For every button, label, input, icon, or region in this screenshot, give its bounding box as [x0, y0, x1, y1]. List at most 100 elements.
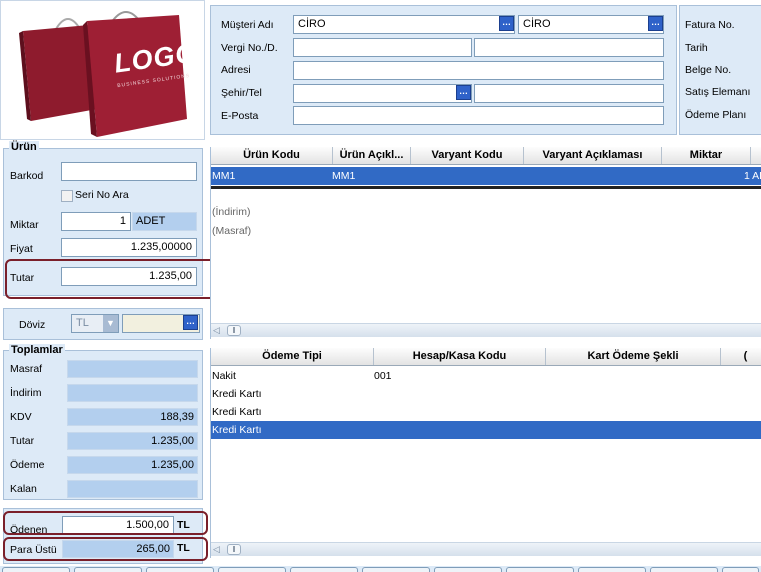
- discount-label: İndirim: [10, 387, 42, 399]
- items-row-selected[interactable]: MM1 MM1 1 AD: [211, 167, 761, 185]
- arrow-left-icon[interactable]: ◁: [213, 544, 223, 555]
- arrow-left-icon[interactable]: ◁: [213, 325, 223, 336]
- expense-label: Masraf: [10, 363, 43, 375]
- currency-panel: Döviz TL ▼ …: [3, 308, 203, 340]
- chevron-down-icon[interactable]: ▼: [103, 315, 118, 332]
- product-group-title: Ürün: [9, 141, 39, 153]
- invoice-no-label: Fatura No.: [685, 19, 735, 31]
- customer-title-field[interactable]: CİRO: [518, 15, 664, 34]
- payments-scrollbar[interactable]: ◁ ‖: [211, 542, 761, 556]
- email-field[interactable]: [293, 106, 664, 125]
- col-product-code[interactable]: Ürün Kodu: [211, 147, 333, 164]
- items-grid[interactable]: Ürün Kodu Ürün Açıkl... Varyant Kodu Var…: [210, 147, 761, 339]
- col-payment-type[interactable]: Ödeme Tipi: [211, 348, 374, 365]
- customer-name-label: Müşteri Adı: [221, 19, 274, 31]
- payment-value: 1.235,00: [67, 456, 198, 474]
- currency-label: Döviz: [19, 319, 46, 331]
- phone-field[interactable]: [474, 84, 664, 103]
- payments-grid-header: Ödeme Tipi Hesap/Kasa Kodu Kart Ödeme Şe…: [211, 348, 761, 366]
- bottom-tab[interactable]: [506, 567, 574, 572]
- total-amount-label: Tutar: [10, 435, 35, 447]
- payments-grid[interactable]: Ödeme Tipi Hesap/Kasa Kodu Kart Ödeme Şe…: [210, 348, 761, 558]
- change-highlight-frame: [3, 537, 208, 561]
- payment-row[interactable]: Kredi Kartı: [211, 385, 761, 403]
- address-field[interactable]: [293, 61, 664, 80]
- payment-type: Nakit: [212, 370, 236, 382]
- remaining-value: [67, 480, 198, 498]
- col-card-payment[interactable]: Kart Ödeme Şekli: [546, 348, 721, 365]
- items-scroll-thumb[interactable]: ‖: [227, 325, 241, 336]
- bottom-tab[interactable]: [722, 567, 759, 572]
- items-grid-header: Ürün Kodu Ürün Açıkl... Varyant Kodu Var…: [211, 147, 761, 165]
- row-quantity: 1 AD: [744, 170, 761, 182]
- vat-value: 188,39: [67, 408, 198, 426]
- salesman-label: Satış Elemanı: [685, 86, 751, 98]
- expense-value: [67, 360, 198, 378]
- logo-area: LOGO BUSINESS SOLUTIONS: [0, 0, 205, 140]
- col-quantity[interactable]: Miktar: [662, 147, 751, 164]
- bottom-tab-strip: [0, 566, 761, 572]
- currency-lookup-button[interactable]: …: [183, 315, 198, 330]
- qty-field[interactable]: 1: [61, 212, 131, 231]
- total-amount-value: 1.235,00: [67, 432, 198, 450]
- bottom-tab[interactable]: [146, 567, 214, 572]
- customer-name-field[interactable]: CİRO: [293, 15, 515, 34]
- currency-value: TL: [76, 317, 89, 329]
- payment-row-selected[interactable]: Kredi Kartı: [211, 421, 761, 439]
- items-expense-text: (Masraf): [212, 225, 252, 237]
- payment-plan-label: Ödeme Planı: [685, 109, 747, 121]
- customer-lookup-button-1[interactable]: …: [499, 16, 514, 31]
- totals-group-title: Toplamlar: [9, 344, 65, 356]
- bottom-tab[interactable]: [74, 567, 142, 572]
- amount-highlight-frame: [5, 259, 216, 299]
- email-label: E-Posta: [221, 110, 259, 122]
- bottom-tab[interactable]: [434, 567, 502, 572]
- tax-office-field[interactable]: [474, 38, 664, 57]
- tax-no-field[interactable]: [293, 38, 472, 57]
- row-product-code: MM1: [212, 170, 236, 182]
- bottom-tab[interactable]: [362, 567, 430, 572]
- payment-account: 001: [374, 370, 392, 382]
- row-product-desc: MM1: [332, 170, 356, 182]
- doc-no-label: Belge No.: [685, 64, 732, 76]
- invoice-panel: Fatura No. Tarih Belge No. Satış Elemanı…: [679, 5, 761, 135]
- bottom-tab[interactable]: [290, 567, 358, 572]
- city-lookup-button[interactable]: …: [456, 85, 471, 100]
- discount-value: [67, 384, 198, 402]
- unit-field: ADET: [132, 212, 197, 231]
- items-discount-text: (İndirim): [212, 206, 251, 218]
- items-scrollbar[interactable]: ◁ ‖: [211, 323, 761, 337]
- city-field[interactable]: [293, 84, 472, 103]
- payment-type: Kredi Kartı: [212, 424, 262, 436]
- bottom-tab[interactable]: [578, 567, 646, 572]
- payments-scroll-thumb[interactable]: ‖: [227, 544, 241, 555]
- col-product-desc[interactable]: Ürün Açıkl...: [333, 147, 411, 164]
- col-account-code[interactable]: Hesap/Kasa Kodu: [374, 348, 546, 365]
- bottom-tab[interactable]: [218, 567, 286, 572]
- col-extra[interactable]: (: [721, 348, 761, 365]
- address-label: Adresi: [221, 64, 251, 76]
- payment-type: Kredi Kartı: [212, 388, 262, 400]
- payment-type: Kredi Kartı: [212, 406, 262, 418]
- bottom-tab[interactable]: [2, 567, 70, 572]
- price-label: Fiyat: [10, 243, 33, 255]
- barcode-field[interactable]: [61, 162, 197, 181]
- invoice-date-label: Tarih: [685, 42, 708, 54]
- customer-lookup-button-2[interactable]: …: [648, 16, 663, 31]
- tax-label: Vergi No./D.: [221, 42, 278, 54]
- payment-row[interactable]: Kredi Kartı: [211, 403, 761, 421]
- barcode-label: Barkod: [10, 170, 44, 182]
- totals-panel: Toplamlar Masraf İndirim KDV 188,39 Tuta…: [3, 344, 203, 500]
- city-label: Şehir/Tel: [221, 87, 262, 99]
- items-row-divider: [211, 186, 761, 189]
- payment-row[interactable]: Nakit 001: [211, 367, 761, 385]
- col-variant-code[interactable]: Varyant Kodu: [411, 147, 524, 164]
- serial-label: Seri No Ara: [75, 189, 129, 201]
- bottom-tab[interactable]: [650, 567, 718, 572]
- remaining-label: Kalan: [10, 483, 37, 495]
- payment-label: Ödeme: [10, 459, 45, 471]
- customer-panel: Müşteri Adı CİRO … CİRO … Vergi No./D. A…: [210, 5, 677, 135]
- serial-checkbox[interactable]: [61, 190, 73, 202]
- col-variant-desc[interactable]: Varyant Açıklaması: [524, 147, 662, 164]
- price-field[interactable]: 1.235,00000: [61, 238, 197, 257]
